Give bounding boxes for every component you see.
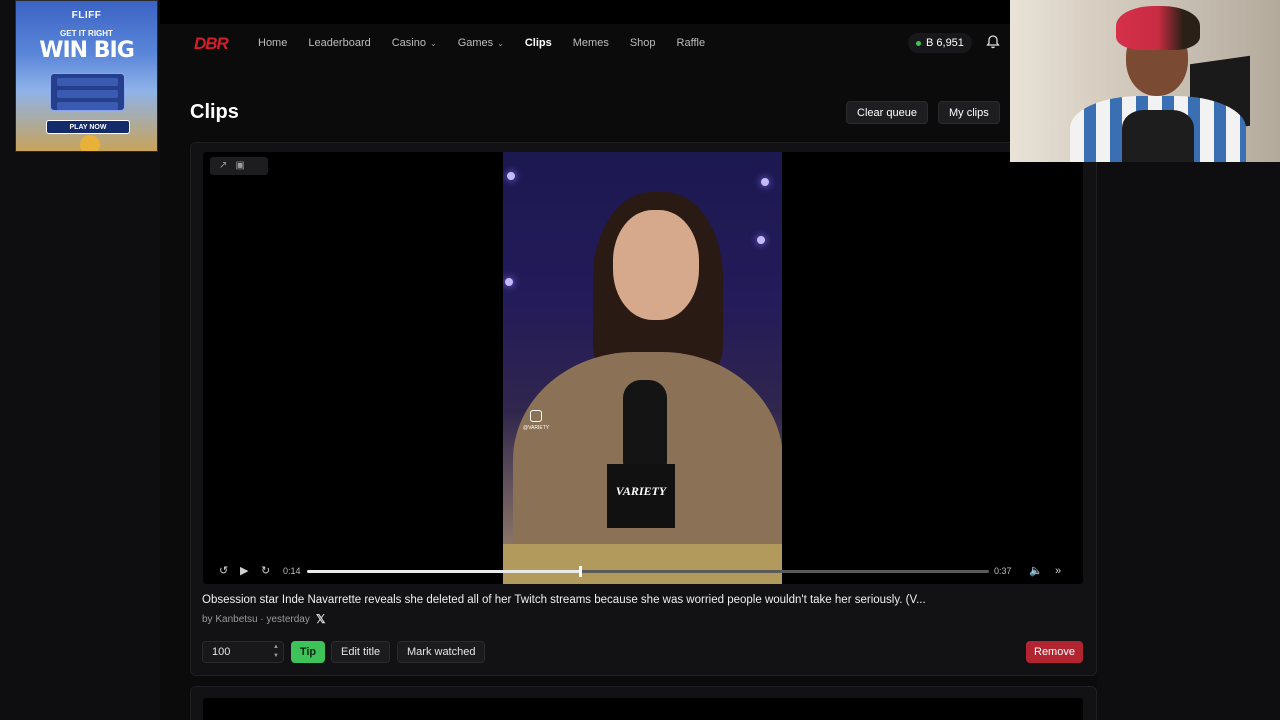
chevron-down-icon: ⌄	[497, 38, 504, 48]
background-light	[507, 172, 515, 180]
nav-shop[interactable]: Shop	[630, 37, 656, 49]
clip-author-time: by Kanbetsu · yesterday	[202, 613, 310, 625]
nav-leaderboard[interactable]: Leaderboard	[308, 37, 370, 49]
site-logo[interactable]: DBR	[194, 34, 229, 54]
nav-memes[interactable]: Memes	[573, 37, 609, 49]
ad-brand: FLIFF	[71, 10, 102, 21]
video-frame: VARIETY @VARIETY	[503, 152, 782, 584]
nav-memes-label: Memes	[572, 37, 609, 49]
picture-in-picture-icon[interactable]: ▣	[235, 161, 244, 171]
clip-meta: by Kanbetsu · yesterday 𝕏	[202, 612, 326, 626]
variety-mic-flag: VARIETY	[615, 484, 667, 498]
nav-clips-label: Clips	[524, 37, 552, 49]
x-logo-icon[interactable]: 𝕏	[316, 612, 326, 626]
instagram-watermark: @VARIETY	[523, 410, 549, 431]
play-icon[interactable]: ▶	[240, 564, 248, 578]
page-root: FLIFF GET IT RIGHT WIN BIG PLAY NOW DBR …	[0, 0, 1280, 720]
remove-button[interactable]: Remove	[1026, 641, 1083, 663]
volume-icon[interactable]: 🔈	[1029, 564, 1043, 578]
video-player[interactable]: ↗ ▣ VARIETY @VARIETY	[203, 152, 1083, 584]
skip-next-icon[interactable]: »	[1055, 564, 1061, 578]
forward-icon[interactable]: ↻	[261, 564, 270, 578]
ad-tagline: GET IT RIGHT	[60, 29, 113, 38]
ad-cta-button[interactable]: PLAY NOW	[46, 120, 130, 134]
nav-games[interactable]: Games ⌄	[458, 37, 504, 49]
webcam-hair	[1116, 6, 1200, 50]
right-gutter	[1097, 162, 1280, 720]
nav-leaderboard-label: Leaderboard	[308, 37, 371, 49]
ad-headline: WIN BIG	[39, 38, 135, 63]
seek-bar[interactable]	[307, 566, 989, 577]
background-light	[761, 178, 769, 186]
balance-value: B 6,951	[926, 37, 964, 49]
next-video-player[interactable]	[203, 698, 1083, 720]
ad-betslip-graphic	[50, 73, 125, 111]
subject-face	[613, 210, 699, 320]
balance-badge[interactable]: B 6,951	[908, 33, 972, 53]
nav-casino-label: Casino	[391, 37, 426, 49]
amount-stepper[interactable]: ▲ ▼	[273, 643, 279, 661]
nav-clips[interactable]: Clips	[525, 37, 552, 49]
watermark-handle: @VARIETY	[523, 425, 550, 431]
seek-bar-fill	[307, 570, 580, 573]
top-navbar: DBR Home Leaderboard Casino ⌄ Games ⌄ Clip…	[160, 24, 1010, 64]
streamer-webcam	[1010, 0, 1280, 162]
status-dot-icon	[916, 40, 921, 46]
bell-icon[interactable]	[985, 34, 1001, 50]
nav-raffle-label: Raffle	[676, 37, 706, 49]
duration: 0:37	[994, 566, 1012, 576]
nav-shop-label: Shop	[629, 37, 656, 49]
sponsor-ad[interactable]: FLIFF GET IT RIGHT WIN BIG PLAY NOW	[15, 0, 158, 152]
instagram-icon	[530, 410, 543, 422]
player-controls: ↺ ▶ ↻ 0:14 0:37 🔈 »	[203, 560, 1079, 582]
edit-title-button[interactable]: Edit title	[331, 641, 391, 663]
amount-value: 100	[212, 646, 231, 658]
current-time: 0:14	[283, 566, 301, 576]
chevron-down-icon: ⌄	[429, 38, 437, 48]
nav-games-label: Games	[457, 37, 494, 49]
seek-handle[interactable]	[578, 566, 582, 577]
tip-button[interactable]: Tip	[291, 641, 325, 663]
nav-raffle[interactable]: Raffle	[677, 37, 706, 49]
webcam-shirt	[1122, 110, 1194, 162]
mark-watched-button[interactable]: Mark watched	[397, 641, 486, 663]
nav-home-label: Home	[258, 37, 288, 49]
main-nav: Home Leaderboard Casino ⌄ Games ⌄ Clips Me…	[258, 37, 726, 49]
clear-queue-button[interactable]: Clear queue	[846, 101, 928, 124]
amount-input[interactable]: 100 ▲ ▼	[202, 641, 284, 663]
ad-sun-graphic	[80, 135, 100, 151]
my-clips-button[interactable]: My clips	[938, 101, 1000, 124]
player-top-controls: ↗ ▣	[210, 157, 268, 175]
nav-home[interactable]: Home	[258, 37, 287, 49]
rewind-icon[interactable]: ↺	[219, 564, 228, 578]
clip-title: Obsession star Inde Navarrette reveals s…	[202, 594, 926, 606]
top-strip	[160, 0, 1010, 24]
nav-casino[interactable]: Casino ⌄	[392, 37, 437, 49]
expand-icon[interactable]: ↗	[219, 161, 227, 171]
background-light	[505, 278, 513, 286]
page-title: Clips	[190, 101, 239, 123]
background-light	[757, 236, 765, 244]
